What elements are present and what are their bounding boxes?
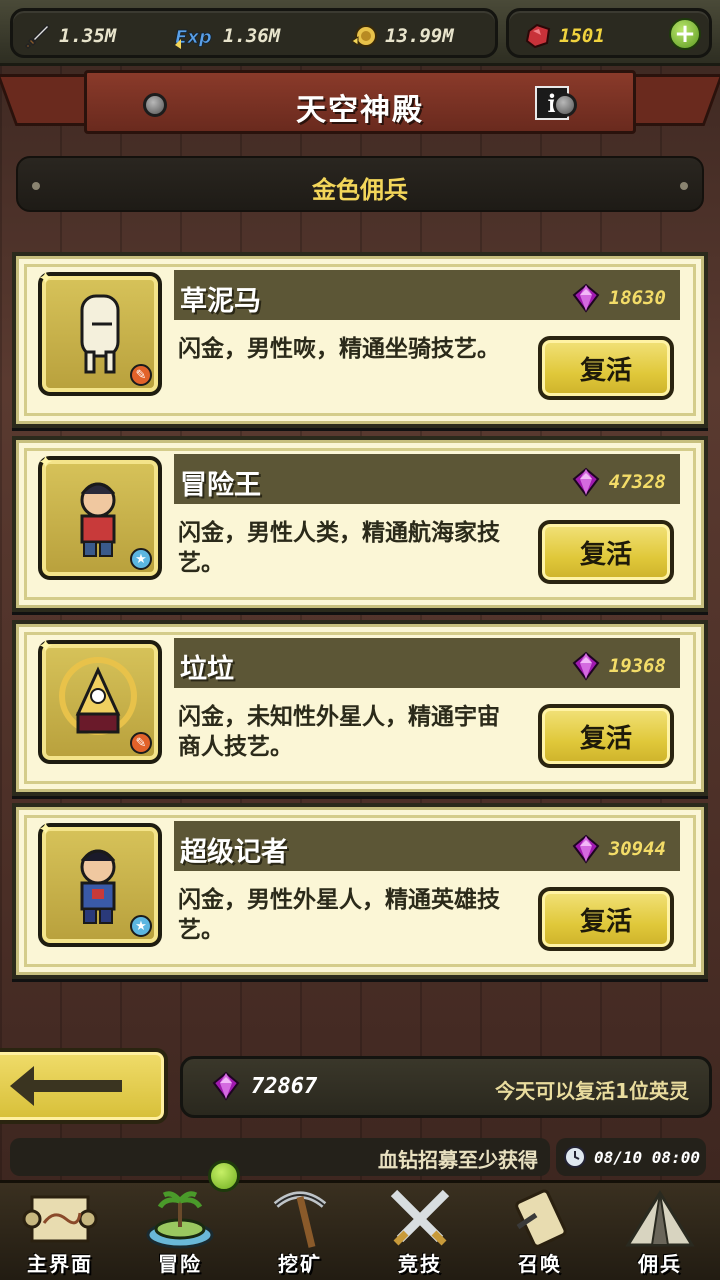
section-title: 金色佣兵	[312, 176, 408, 204]
purple-gem-icon	[212, 1071, 240, 1101]
revive-cost: 19368	[571, 651, 666, 681]
island-icon	[146, 1191, 214, 1249]
name-bar: 超级记者 30944	[174, 821, 680, 871]
mercenary-name: 冒险王	[180, 470, 261, 501]
bolt-icon	[553, 93, 577, 117]
mercenary-card: ✦ ★ 冒险王 47328 闪金，男性人类，精通航海家技艺。 复活	[12, 436, 708, 612]
mercenary-card: ✦ ✎ 垃垃 19368 闪金，未知性外星人，精通宇宙商人技艺。 复活	[12, 620, 708, 796]
nav-mercenary[interactable]: 佣兵	[600, 1183, 720, 1280]
mercenary-portrait[interactable]: ✦ ✎	[38, 636, 162, 764]
mercenary-portrait[interactable]: ✦ ★	[38, 819, 162, 947]
class-badge-icon: ★	[130, 548, 152, 570]
nav-arena-label: 竞技	[398, 1252, 442, 1276]
mercenary-card: ✦ ✎ 草泥马 18630 闪金，男性咴，精通坐骑技艺。 复活	[12, 252, 708, 428]
mercenary-portrait[interactable]: ✦ ✎	[38, 268, 162, 396]
pickaxe-icon	[273, 1191, 327, 1248]
revive-button[interactable]: 复活	[538, 336, 674, 400]
tent-icon	[625, 1190, 695, 1247]
nav-adventure-label: 冒险	[158, 1252, 202, 1276]
name-bar: 草泥马 18630	[174, 270, 680, 320]
mercenary-name: 草泥马	[180, 286, 261, 317]
mercenary-description: 闪金，男性外星人，精通英雄技艺。	[178, 887, 500, 943]
section-header: 金色佣兵	[16, 156, 704, 212]
nav-mining-label: 挖矿	[278, 1252, 322, 1276]
total-gems-value: 72867	[251, 1073, 318, 1099]
bottom-navigation: 主界面 冒险 挖矿 竞技 召唤 佣兵	[0, 1180, 720, 1280]
sparkle-icon: ✦	[38, 268, 54, 289]
crossed-swords-icon	[390, 1189, 450, 1246]
gold-value: 13.99M	[385, 25, 454, 47]
back-arrow-icon	[10, 1066, 122, 1106]
gem-resource: 1501	[523, 21, 605, 51]
mercenary-description: 闪金，男性人类，精通航海家技艺。	[178, 520, 500, 576]
nav-adventure[interactable]: 冒险	[120, 1183, 240, 1280]
revive-cost: 18630	[571, 283, 666, 313]
revive-cost: 30944	[571, 834, 666, 864]
revive-notice: 今天可以复活1位英灵	[495, 1079, 689, 1103]
class-badge-icon: ✎	[130, 364, 152, 386]
red-gem-icon	[523, 21, 553, 51]
purple-gem-icon	[572, 651, 600, 681]
revive-cost-value: 19368	[608, 655, 666, 677]
purple-gem-icon	[572, 467, 600, 497]
revive-button[interactable]: 复活	[538, 887, 674, 951]
gem-value: 1501	[559, 25, 605, 47]
revive-cost-value: 30944	[608, 838, 666, 860]
add-gems-button[interactable]: +	[669, 18, 701, 50]
summon-scroll-icon	[515, 1189, 567, 1248]
attack-value: 1.35M	[59, 25, 117, 47]
sparkle-icon: ✦	[38, 636, 54, 657]
sword-icon	[23, 21, 53, 51]
mercenary-description: 闪金，男性咴，精通坐骑技艺。	[178, 336, 500, 362]
revive-cost-value: 47328	[608, 471, 666, 493]
revive-button[interactable]: 复活	[538, 704, 674, 768]
resource-bar: 1.35M Exp 1.36M 13.99M 1501 +	[0, 0, 720, 66]
nav-arena[interactable]: 竞技	[360, 1183, 480, 1280]
clock-time: 08/10 08:00	[594, 1147, 700, 1167]
gold-resource: 13.99M	[349, 21, 454, 51]
revive-cost: 47328	[571, 467, 666, 497]
sparkle-icon: ✦	[38, 819, 54, 840]
resource-group: 1.35M Exp 1.36M 13.99M	[10, 8, 498, 58]
total-gems: 72867	[211, 1071, 317, 1101]
purple-gem-icon	[572, 834, 600, 864]
mercenary-name: 超级记者	[180, 837, 288, 868]
revive-cost-value: 18630	[608, 287, 666, 309]
class-badge-icon: ✎	[130, 732, 152, 754]
gold-coin-icon	[349, 21, 379, 51]
nav-mercenary-label: 佣兵	[638, 1252, 682, 1276]
purple-gem-icon	[572, 283, 600, 313]
nav-summon[interactable]: 召唤	[480, 1183, 600, 1280]
name-bar: 垃垃 19368	[174, 638, 680, 688]
class-badge-icon: ★	[130, 915, 152, 937]
notification-dot-icon	[208, 1160, 240, 1192]
revive-info-panel: 72867 今天可以复活1位英灵	[180, 1056, 712, 1118]
mercenary-description: 闪金，未知性外星人，精通宇宙商人技艺。	[178, 704, 500, 760]
exp-value: 1.36M	[223, 25, 281, 47]
announcement-ticker: 血钻招募至少获得	[10, 1138, 550, 1176]
ticker-text: 血钻招募至少获得	[378, 1148, 538, 1172]
attack-resource: 1.35M	[23, 21, 116, 51]
mercenary-card: ✦ ★ 超级记者 30944 闪金，男性外星人，精通英雄技艺。 复活	[12, 803, 708, 979]
nav-home[interactable]: 主界面	[0, 1183, 120, 1280]
dot-icon	[680, 182, 688, 190]
nav-mining[interactable]: 挖矿	[240, 1183, 360, 1280]
nav-summon-label: 召唤	[518, 1252, 562, 1276]
gem-group: 1501 +	[506, 8, 712, 58]
mercenary-name: 垃垃	[180, 654, 234, 685]
back-button[interactable]	[0, 1048, 168, 1124]
clock-icon	[564, 1146, 586, 1168]
header-banner: 天空神殿 i	[84, 70, 636, 134]
nav-home-label: 主界面	[27, 1252, 93, 1276]
exp-resource: Exp 1.36M	[173, 21, 280, 51]
exp-icon: Exp	[173, 21, 217, 51]
server-clock: 08/10 08:00	[556, 1138, 706, 1176]
sparkle-icon: ✦	[38, 452, 54, 473]
name-bar: 冒险王 47328	[174, 454, 680, 504]
revive-button[interactable]: 复活	[538, 520, 674, 584]
map-scroll-icon	[22, 1195, 98, 1243]
mercenary-portrait[interactable]: ✦ ★	[38, 452, 162, 580]
